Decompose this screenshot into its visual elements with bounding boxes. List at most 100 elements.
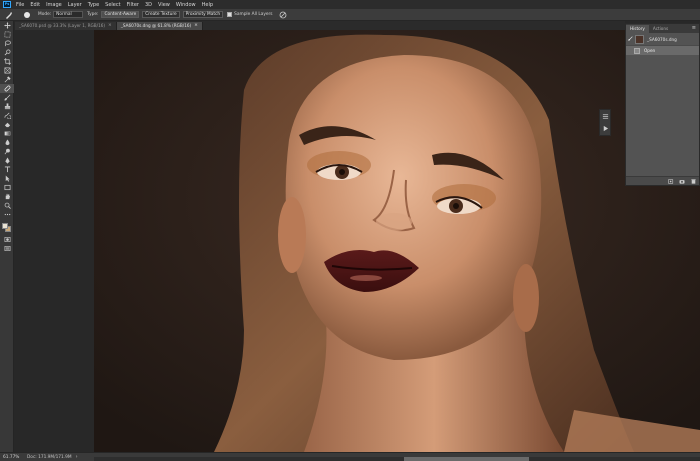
collapsed-panel-dock xyxy=(599,109,611,136)
frame-tool[interactable] xyxy=(0,66,14,75)
mode-label: Mode: xyxy=(38,12,52,17)
history-snapshot[interactable]: _SA6070s.dng xyxy=(626,33,699,46)
clone-stamp-tool[interactable] xyxy=(0,102,14,111)
crop-icon xyxy=(3,58,11,65)
lasso-icon xyxy=(4,40,11,47)
more-tools[interactable] xyxy=(0,210,14,219)
blur-tool[interactable] xyxy=(0,138,14,147)
menu-3d[interactable]: 3D xyxy=(145,2,152,8)
eyedropper-icon xyxy=(4,76,11,83)
portrait-photo xyxy=(94,30,700,452)
history-state-open[interactable]: Open xyxy=(626,46,699,55)
healing-brush-tool[interactable] xyxy=(0,84,14,93)
sample-all-layers-checkbox[interactable] xyxy=(227,12,233,17)
canvas-area[interactable] xyxy=(15,30,700,452)
menu-bar: Ps File Edit Image Layer Type Select Fil… xyxy=(0,0,700,9)
foreground-color-swatch[interactable] xyxy=(2,223,8,229)
photoshop-logo[interactable]: Ps xyxy=(3,1,11,8)
tab-sa6070-psd[interactable]: _SA6070.psd @ 33.3% (Layer 1, RGB/16) × xyxy=(15,22,117,30)
snapshot-thumbnail xyxy=(635,34,644,44)
menu-edit[interactable]: Edit xyxy=(30,2,40,8)
history-panel-footer xyxy=(626,176,699,185)
type-icon xyxy=(4,166,10,173)
pen-tool[interactable] xyxy=(0,156,14,165)
brush-icon xyxy=(4,94,10,101)
gradient-icon xyxy=(4,131,10,136)
menu-view[interactable]: View xyxy=(158,2,170,8)
brush-tool[interactable] xyxy=(0,93,14,102)
menu-file[interactable]: File xyxy=(16,2,24,8)
brush-preset-picker[interactable] xyxy=(20,10,34,19)
more-dots-icon xyxy=(4,213,10,216)
menu-layer[interactable]: Layer xyxy=(68,2,82,8)
content-aware-button[interactable]: Content-Aware xyxy=(101,11,140,18)
path-selection-tool[interactable] xyxy=(0,174,14,183)
rectangle-tool[interactable] xyxy=(0,183,14,192)
actions-panel-icon[interactable] xyxy=(600,122,610,134)
crop-tool[interactable] xyxy=(0,57,14,66)
panel-menu-icon[interactable]: ≡ xyxy=(692,25,696,31)
tab-sa6070s-dng[interactable]: _SA6070s.dng @ 61.8% (RGB/16) × xyxy=(116,22,203,30)
eraser-tool[interactable] xyxy=(0,120,14,129)
scrollbar-thumb[interactable] xyxy=(404,457,529,461)
camera-snapshot-icon[interactable] xyxy=(679,179,685,184)
quick-select-tool[interactable] xyxy=(0,48,14,57)
status-menu-arrow[interactable]: › xyxy=(76,454,78,460)
quick-mask-tool[interactable] xyxy=(0,235,14,244)
screen-mode-icon xyxy=(4,246,10,251)
history-brush-tool[interactable] xyxy=(0,111,14,120)
type-tool[interactable] xyxy=(0,165,14,174)
color-swatches[interactable] xyxy=(0,221,14,235)
menu-select[interactable]: Select xyxy=(105,2,120,8)
history-brush-source-icon[interactable] xyxy=(628,35,633,43)
status-bar: 61.77% Doc: 171.9M/171.9M › xyxy=(0,452,700,461)
arrow-pointer-icon xyxy=(5,175,10,182)
close-icon[interactable]: × xyxy=(108,22,112,30)
history-brush-icon xyxy=(4,112,11,119)
menu-filter[interactable]: Filter xyxy=(127,2,139,8)
zoom-level[interactable]: 61.77% xyxy=(3,455,27,460)
panel-tabs: History Actions ≡ xyxy=(626,24,699,33)
mode-select[interactable]: Normal xyxy=(53,11,84,18)
document-canvas[interactable] xyxy=(94,30,700,452)
tab-actions[interactable]: Actions xyxy=(649,25,672,33)
sample-all-layers-option[interactable]: Sample All Layers xyxy=(227,12,273,17)
create-texture-button[interactable]: Create Texture xyxy=(142,11,180,18)
blur-drop-icon xyxy=(5,139,9,146)
move-tool[interactable] xyxy=(0,21,14,30)
document-size-info[interactable]: Doc: 171.9M/171.9M xyxy=(27,455,72,460)
hand-tool[interactable] xyxy=(0,192,14,201)
close-icon[interactable]: × xyxy=(194,22,198,30)
lasso-tool[interactable] xyxy=(0,39,14,48)
tab-label: _SA6070s.dng @ 61.8% (RGB/16) xyxy=(120,23,192,28)
eyedropper-tool[interactable] xyxy=(0,75,14,84)
marquee-tool[interactable] xyxy=(0,30,14,39)
quick-select-icon xyxy=(4,49,10,56)
pressure-size-icon[interactable] xyxy=(279,11,287,19)
new-document-from-state-icon[interactable] xyxy=(668,178,674,184)
snapshot-name: _SA6070s.dng xyxy=(647,36,677,42)
menu-image[interactable]: Image xyxy=(46,2,62,8)
dodge-tool[interactable] xyxy=(0,147,14,156)
pen-icon xyxy=(4,157,10,164)
zoom-tool[interactable] xyxy=(0,201,14,210)
dodge-icon xyxy=(4,148,10,155)
menu-window[interactable]: Window xyxy=(176,2,196,8)
eraser-icon xyxy=(4,122,10,128)
menu-type[interactable]: Type xyxy=(88,2,99,8)
gradient-tool[interactable] xyxy=(0,129,14,138)
history-panel: History Actions ≡ _SA6070s.dng Open xyxy=(625,23,700,186)
tools-panel xyxy=(0,21,14,452)
brush-tip-icon xyxy=(24,11,30,18)
history-state-label: Open xyxy=(644,48,656,53)
history-panel-icon[interactable] xyxy=(600,110,610,122)
tab-history[interactable]: History xyxy=(626,25,649,33)
trash-icon[interactable] xyxy=(690,178,696,184)
menu-help[interactable]: Help xyxy=(202,2,213,8)
horizontal-scrollbar[interactable] xyxy=(94,457,700,461)
healing-brush-icon[interactable] xyxy=(4,10,14,19)
document-state-icon xyxy=(634,47,640,54)
tab-label: _SA6070.psd @ 33.3% (Layer 1, RGB/16) xyxy=(19,23,106,28)
proximity-match-button[interactable]: Proximity Match xyxy=(182,11,224,18)
screen-mode-tool[interactable] xyxy=(0,244,14,253)
